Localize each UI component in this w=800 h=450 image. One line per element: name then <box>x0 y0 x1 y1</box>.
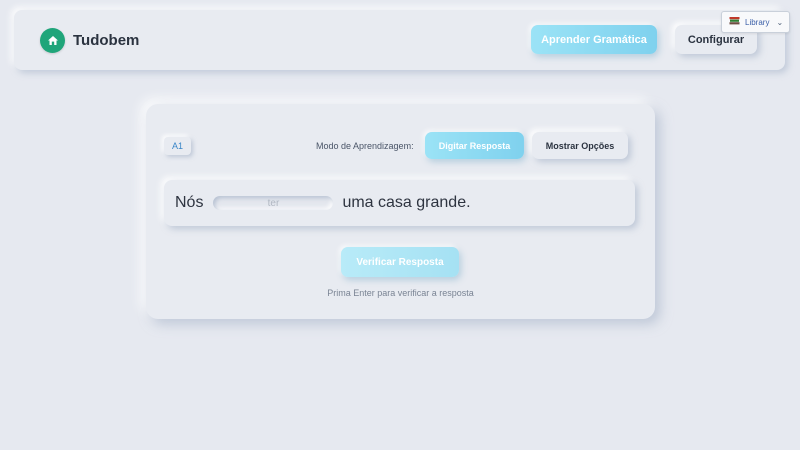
brand-name: Tudobem <box>73 32 140 49</box>
exercise-card: A1 Modo de Aprendizagem: Digitar Respost… <box>146 104 655 319</box>
logo-icon <box>40 28 65 53</box>
books-icon <box>729 16 740 28</box>
enter-hint: Prima Enter para verificar a resposta <box>327 288 474 298</box>
verify-answer-button[interactable]: Verificar Resposta <box>341 247 459 277</box>
library-dropdown[interactable]: Library ⌄ <box>721 11 790 33</box>
show-options-mode-button[interactable]: Mostrar Opções <box>532 132 628 159</box>
chevron-down-icon: ⌄ <box>776 17 784 27</box>
app-page: Tudobem Aprender Gramática Configurar Li… <box>0 0 800 450</box>
sentence-after: uma casa grande. <box>342 194 471 211</box>
type-answer-mode-button[interactable]: Digitar Resposta <box>425 132 524 159</box>
top-header: Tudobem Aprender Gramática Configurar <box>14 10 785 70</box>
answer-input[interactable] <box>213 196 334 210</box>
level-badge: A1 <box>164 137 191 155</box>
sentence-box: Nós uma casa grande. <box>164 180 635 226</box>
sentence-before: Nós <box>175 194 204 211</box>
learning-mode-label: Modo de Aprendizagem: <box>316 141 414 151</box>
brand[interactable]: Tudobem <box>40 28 139 53</box>
learn-grammar-button[interactable]: Aprender Gramática <box>531 25 657 54</box>
library-label: Library <box>745 17 770 27</box>
